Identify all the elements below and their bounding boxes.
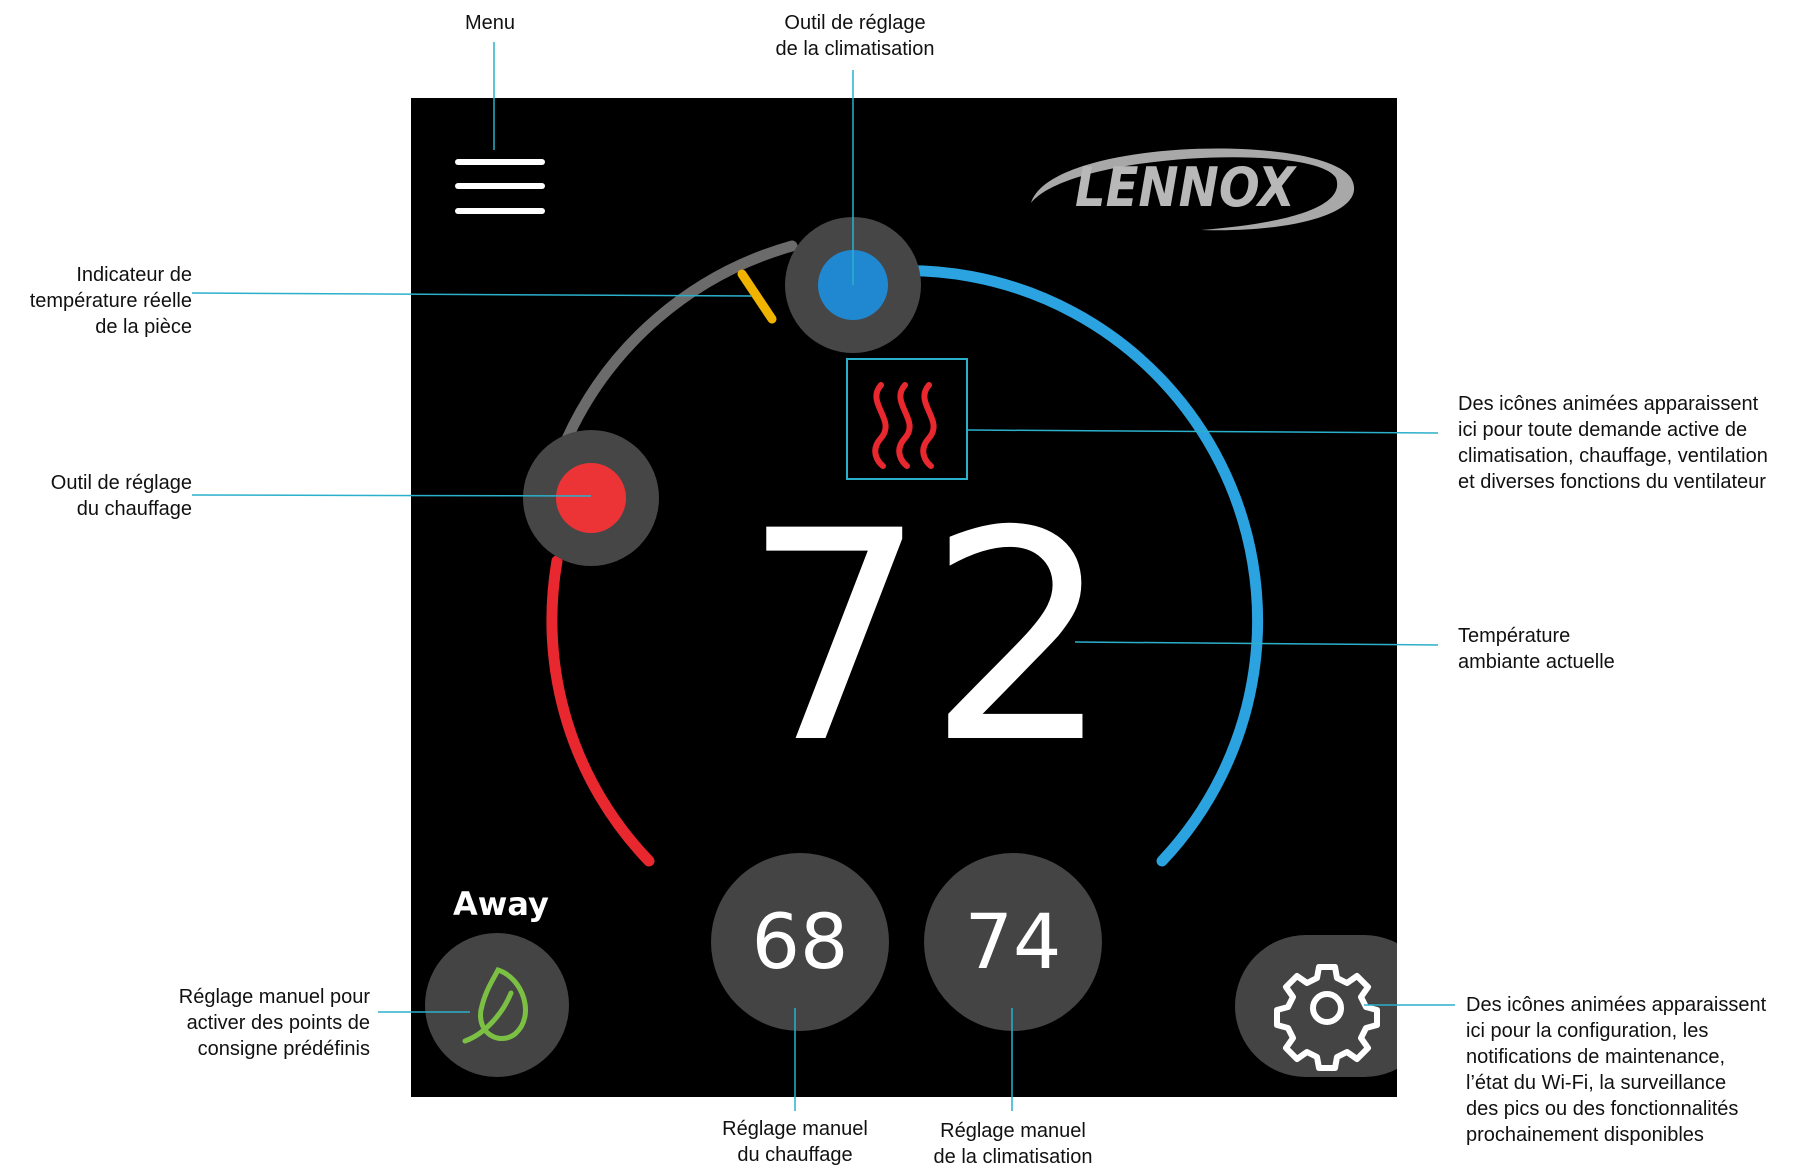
demand-icon-frame bbox=[846, 358, 968, 480]
callout-demand-icons bbox=[967, 429, 1439, 434]
callout-room-indicator bbox=[191, 292, 753, 297]
callout-current-temp bbox=[1074, 641, 1439, 646]
callout-lines bbox=[191, 42, 1455, 1111]
callout-heat-tool bbox=[191, 494, 592, 497]
